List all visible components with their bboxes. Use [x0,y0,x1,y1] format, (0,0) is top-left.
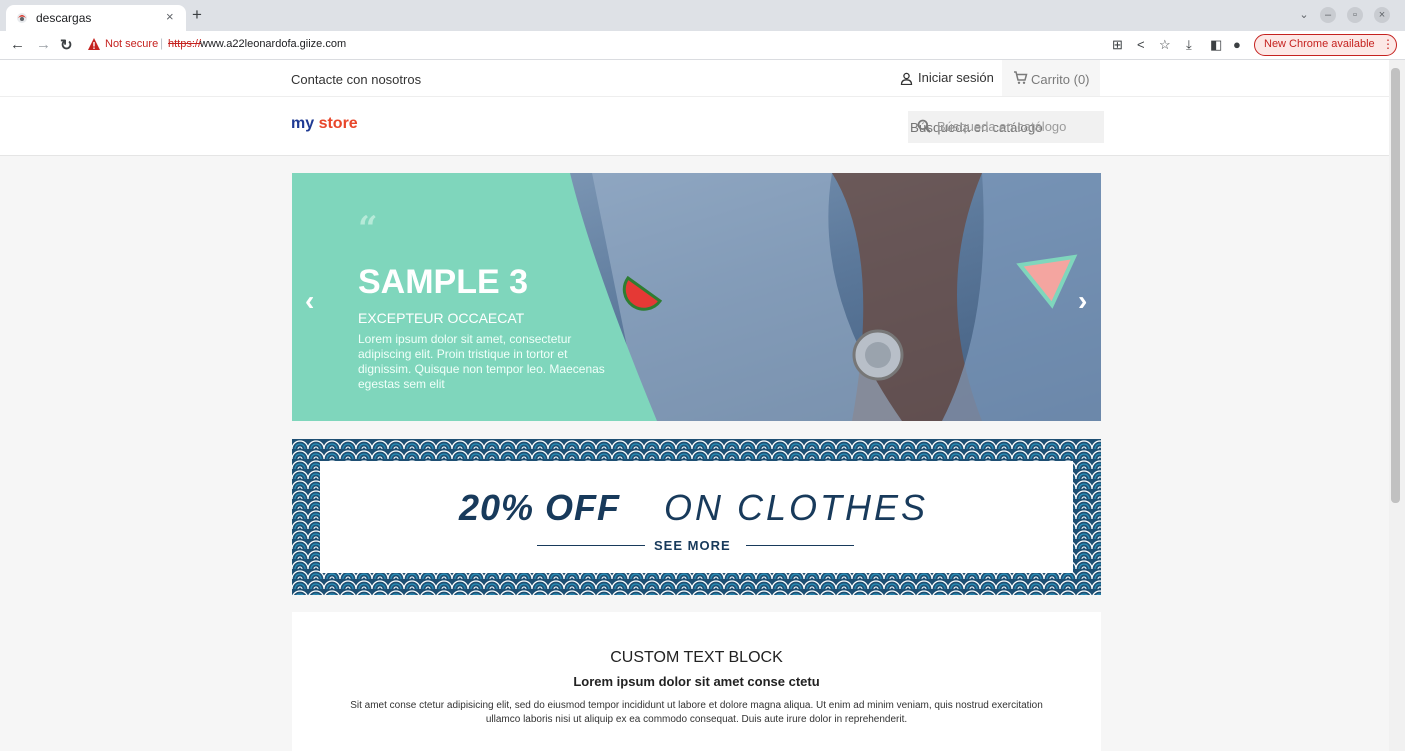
hero-description: Lorem ipsum dolor sit amet, consectetur … [358,332,605,391]
logo-my: my [291,115,315,132]
store-logo[interactable]: my store [291,115,358,133]
reload-icon[interactable]: ↻ [60,36,73,54]
url-host[interactable]: www.a22leonardofa.giize.com [200,38,346,50]
scrollbar-thumb[interactable] [1391,68,1400,503]
text-block-body: Sit amet conse ctetur adipisicing elit, … [350,700,1043,725]
restore-icon[interactable]: ▫ [1347,7,1363,23]
browser-toolbar: ← → ↻ Not secure | https:// www.a22leona… [0,31,1405,60]
banner-headline: ON CLOTHES [664,487,929,528]
minimize-icon[interactable]: – [1320,7,1336,23]
star-icon[interactable]: ☆ [1159,37,1171,53]
share-icon[interactable]: < [1137,37,1145,52]
text-block-subtitle: Lorem ipsum dolor sit amet conse ctetu [573,674,820,689]
not-secure-label[interactable]: Not secure [105,38,158,50]
cart-label: Carrito (0) [1031,72,1090,87]
translate-icon[interactable]: ⊞ [1112,37,1123,53]
see-more-line-right [746,545,854,546]
search-placeholder: Búsqueda en catálogo [937,119,1067,134]
chrome-update-label: New Chrome available [1264,38,1375,50]
url-scheme[interactable]: https:// [168,38,201,50]
text-block-title: CUSTOM TEXT BLOCK [610,649,783,666]
banner-discount: 20% OFF [459,487,621,528]
profile-icon[interactable]: ● [1233,37,1241,52]
cart-icon [1014,71,1028,84]
carousel-prev-icon[interactable]: ‹ [305,285,314,317]
logo-store: store [318,115,358,132]
carousel-next-icon[interactable]: › [1078,285,1087,317]
download-icon[interactable]: ⤓ [1186,37,1192,53]
see-more-link[interactable]: SEE MORE [654,538,731,553]
hero-title: SAMPLE 3 [358,263,529,301]
site-header: my store Búsqueda en catálogo [0,97,1389,156]
window-close-icon[interactable]: × [1374,7,1390,23]
warning-icon[interactable] [87,37,101,51]
page-viewport: Contacte con nosotros Iniciar sesión Car… [0,60,1389,751]
user-icon [900,72,913,85]
quote-icon: “ [358,209,378,249]
sidepanel-icon[interactable]: ◧ [1210,37,1222,53]
chrome-update-button[interactable]: New Chrome available ⋮ [1254,34,1397,56]
new-tab-button[interactable]: + [192,5,202,25]
tab-strip: descargas × + ⌄ – ▫ × [0,0,1405,31]
hero-subtitle: EXCEPTEUR OCCAECAT [358,310,525,326]
tab-title: descargas [36,11,92,25]
signin-link[interactable]: Iniciar sesión [918,70,994,85]
custom-text-block: CUSTOM TEXT BLOCK Lorem ipsum dolor sit … [292,612,1101,751]
forward-icon[interactable]: → [36,36,51,53]
see-more-line-left [537,545,645,546]
contact-link[interactable]: Contacte con nosotros [291,72,421,87]
url-separator: | [160,36,164,50]
menu-icon: ⋮ [1382,37,1394,51]
browser-tab[interactable]: descargas × [6,5,186,31]
top-nav-bar: Contacte con nosotros Iniciar sesión Car… [0,60,1389,97]
hero-carousel[interactable]: “ SAMPLE 3 EXCEPTEUR OCCAECAT Lorem ipsu… [292,173,1101,421]
favicon-icon [17,13,27,23]
search-icon [917,119,931,133]
tab-close-icon[interactable]: × [166,9,174,24]
back-icon[interactable]: ← [10,36,25,53]
tab-search-icon[interactable]: ⌄ [1296,7,1312,23]
